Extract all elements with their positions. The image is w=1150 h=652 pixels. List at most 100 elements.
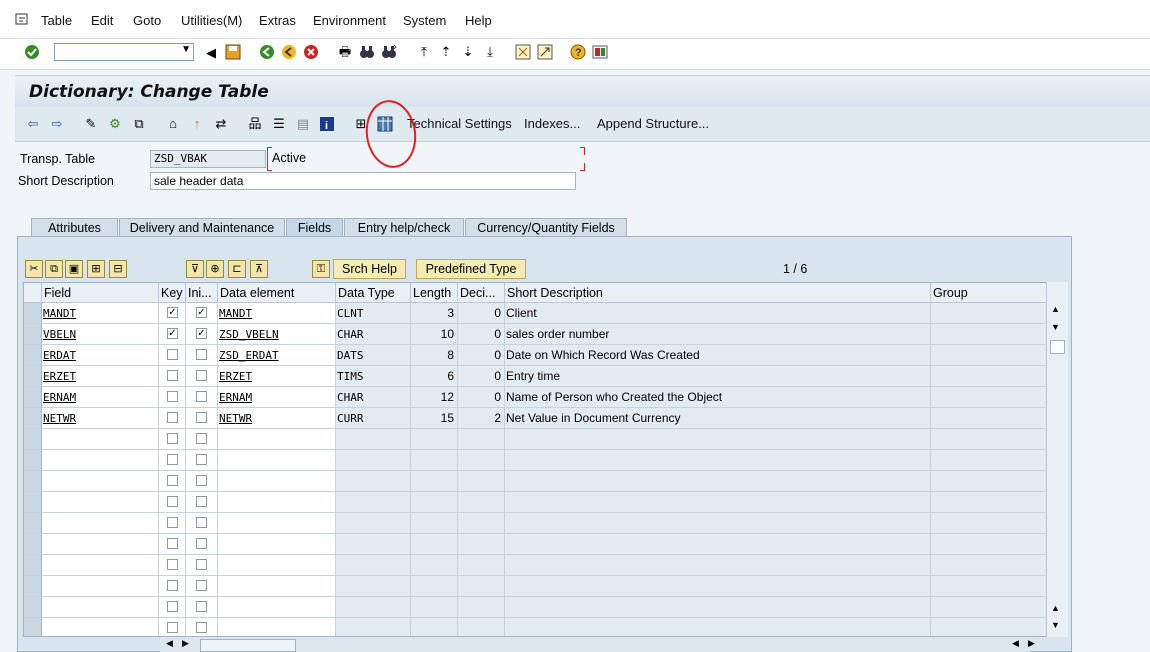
cell-field[interactable] [42, 429, 159, 450]
list-icon[interactable]: ▤ [295, 116, 311, 132]
indexes-button[interactable]: Indexes... [524, 116, 580, 131]
cell-key[interactable] [159, 576, 186, 597]
back-arrow-icon[interactable]: ⇦ [25, 116, 41, 132]
cell-key[interactable] [159, 597, 186, 618]
key-checkbox[interactable] [167, 538, 178, 549]
row-selector[interactable] [24, 534, 42, 555]
vertical-scrollbar[interactable]: ▲ ▼ ▲ ▼ [1046, 282, 1068, 637]
cell-ini[interactable]: ✓ [186, 303, 218, 324]
cell-field[interactable]: MANDT [42, 303, 159, 324]
initial-values-checkbox[interactable] [196, 412, 207, 423]
cell-key[interactable] [159, 555, 186, 576]
menu-environment[interactable]: Environment [313, 13, 386, 28]
cell-key[interactable] [159, 450, 186, 471]
cell-field[interactable]: ERNAM [42, 387, 159, 408]
initial-values-checkbox[interactable] [196, 559, 207, 570]
cell-ini[interactable] [186, 597, 218, 618]
cell-ini[interactable] [186, 366, 218, 387]
cell-key[interactable]: ✓ [159, 303, 186, 324]
key-checkbox[interactable] [167, 433, 178, 444]
cell-ini[interactable] [186, 450, 218, 471]
where-used-icon[interactable]: ⌂ [165, 116, 181, 132]
save-icon[interactable] [225, 44, 241, 60]
key-checkbox[interactable] [167, 454, 178, 465]
row-selector[interactable] [24, 345, 42, 366]
initial-values-checkbox[interactable] [196, 580, 207, 591]
cell-field[interactable]: ERDAT [42, 345, 159, 366]
key-checkbox[interactable] [167, 349, 178, 360]
row-selector[interactable] [24, 450, 42, 471]
key-checkbox[interactable] [167, 580, 178, 591]
cell-key[interactable] [159, 534, 186, 555]
find-icon[interactable] [359, 44, 375, 60]
delete-row-icon[interactable]: ⊟ [109, 260, 127, 278]
cancel-icon[interactable] [303, 44, 319, 60]
cell-ini[interactable] [186, 534, 218, 555]
menu-edit[interactable]: Edit [91, 13, 113, 28]
menu-system[interactable]: System [403, 13, 446, 28]
row-selector[interactable] [24, 387, 42, 408]
row-selector[interactable] [24, 408, 42, 429]
next-page-icon[interactable]: ⇣ [460, 44, 476, 60]
cell-ini[interactable] [186, 492, 218, 513]
technical-settings-button[interactable]: Technical Settings [407, 116, 512, 131]
key-checkbox[interactable] [167, 517, 178, 528]
tree-icon[interactable]: 品 [247, 116, 263, 132]
forward-arrow-icon[interactable]: ⇨ [49, 116, 65, 132]
help-icon[interactable]: ? [570, 44, 586, 60]
row-selector[interactable] [24, 576, 42, 597]
key-checkbox[interactable] [167, 391, 178, 402]
predefined-type-button[interactable]: Predefined Type [416, 259, 526, 279]
cell-ini[interactable] [186, 555, 218, 576]
row-selector[interactable] [24, 303, 42, 324]
cell-field[interactable] [42, 492, 159, 513]
column-header-short-description[interactable]: Short Description [505, 283, 931, 303]
scroll-thumb[interactable] [1050, 340, 1065, 354]
cell-ini[interactable] [186, 618, 218, 636]
information-icon[interactable]: i [319, 116, 335, 132]
system-menu-icon[interactable] [14, 11, 30, 27]
initial-values-checkbox[interactable] [196, 475, 207, 486]
first-page-icon[interactable]: ⤒ [416, 44, 432, 60]
row-selector[interactable] [24, 429, 42, 450]
cell-key[interactable] [159, 471, 186, 492]
key-icon[interactable]: ⚿ [312, 260, 330, 278]
key-checkbox[interactable] [167, 370, 178, 381]
append-structure-button[interactable]: Append Structure... [597, 116, 709, 131]
row-selector[interactable] [24, 597, 42, 618]
key-checkbox[interactable] [167, 601, 178, 612]
key-checkbox[interactable] [167, 559, 178, 570]
key-checkbox[interactable] [167, 475, 178, 486]
scroll-right-icon[interactable]: ▶ [182, 638, 189, 649]
cell-ini[interactable] [186, 429, 218, 450]
cell-data-element[interactable]: ZSD_ERDAT [218, 345, 336, 366]
column-header-length[interactable]: Length [411, 283, 458, 303]
column-header-data-element[interactable]: Data element [218, 283, 336, 303]
initial-values-checkbox[interactable] [196, 433, 207, 444]
customize-layout-icon[interactable] [592, 44, 608, 60]
row-selector[interactable] [24, 492, 42, 513]
cell-key[interactable] [159, 366, 186, 387]
initial-values-checkbox[interactable] [196, 370, 207, 381]
shortcut-icon[interactable] [537, 44, 553, 60]
new-session-icon[interactable] [515, 44, 531, 60]
srch-help-button[interactable]: Srch Help [333, 259, 406, 279]
scroll-left-icon[interactable]: ◀ [166, 638, 173, 649]
cell-ini[interactable] [186, 471, 218, 492]
copy-icon[interactable]: ⧉ [45, 260, 63, 278]
key-checkbox[interactable] [167, 412, 178, 423]
cell-data-element[interactable] [218, 492, 336, 513]
cell-data-element[interactable] [218, 450, 336, 471]
activate-icon[interactable]: ⧉ [131, 116, 147, 132]
cell-data-element[interactable]: MANDT [218, 303, 336, 324]
initial-values-checkbox[interactable] [196, 622, 207, 633]
hierarchy-icon[interactable]: ⇄ [213, 116, 229, 132]
initial-values-checkbox[interactable]: ✓ [196, 328, 207, 339]
row-selector[interactable] [24, 618, 42, 636]
cell-key[interactable] [159, 345, 186, 366]
display-change-icon[interactable]: ✎ [83, 116, 99, 132]
cell-data-element[interactable]: ZSD_VBELN [218, 324, 336, 345]
chevron-down-icon[interactable]: ▼ [181, 44, 191, 55]
cell-ini[interactable] [186, 408, 218, 429]
cell-key[interactable] [159, 618, 186, 636]
